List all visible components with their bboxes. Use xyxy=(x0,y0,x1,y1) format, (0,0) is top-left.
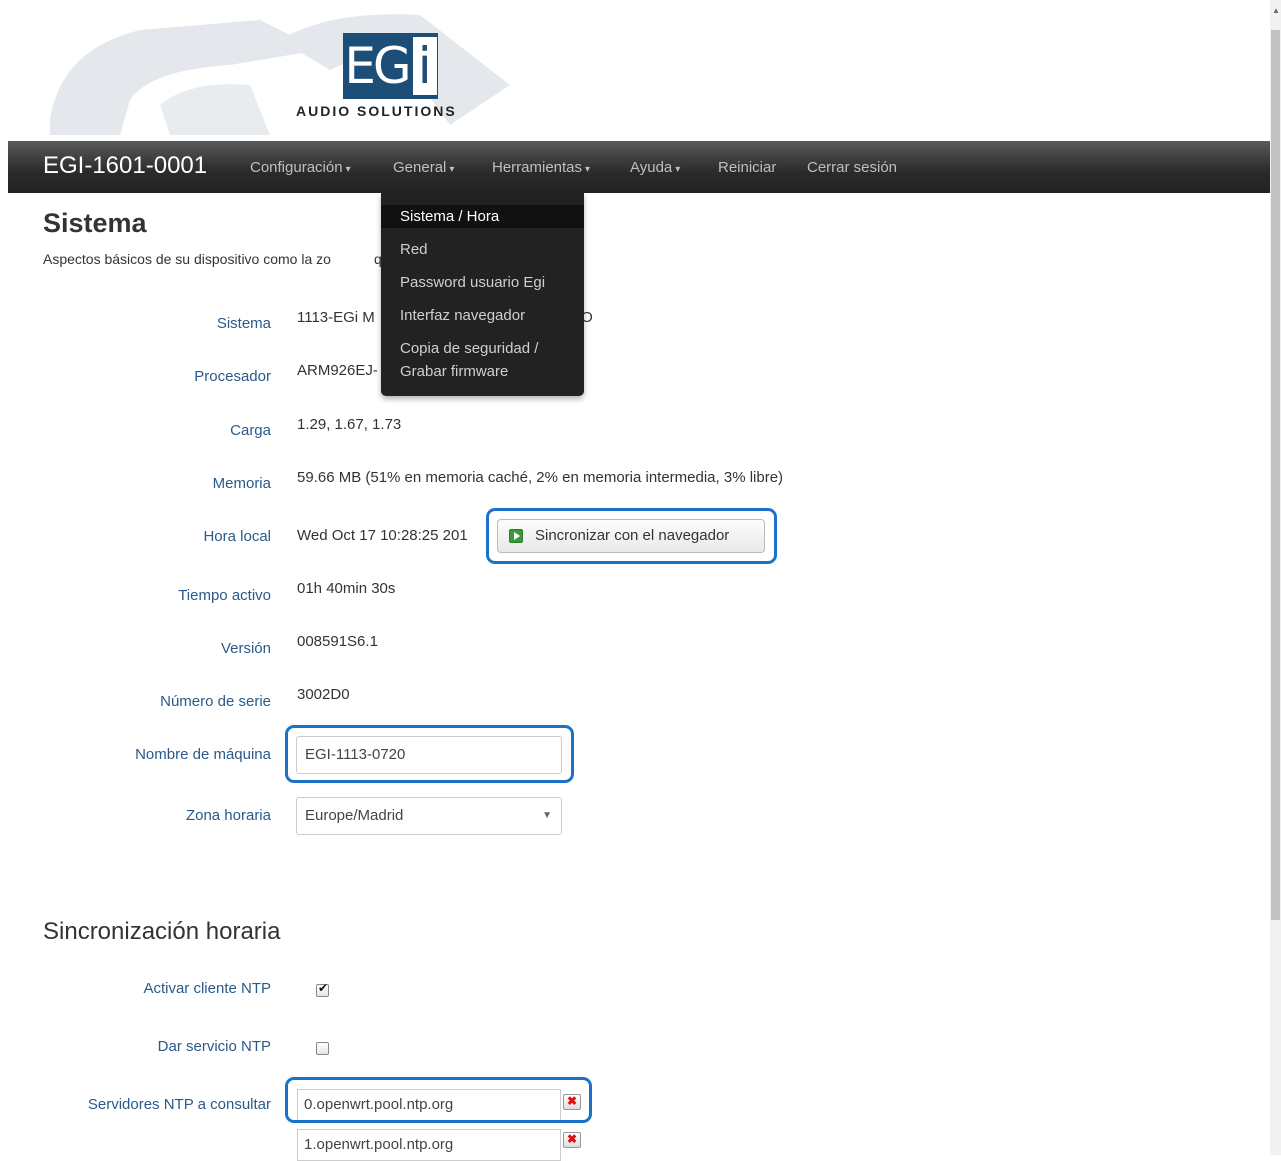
logo-letter-i: i xyxy=(412,37,437,95)
menu-item-backup-line2: Grabar firmware xyxy=(400,363,509,380)
zona-horaria-label: Zona horaria xyxy=(185,807,271,824)
procesador-label: Procesador xyxy=(194,368,271,385)
nav-cerrar-sesion[interactable]: Cerrar sesión xyxy=(807,159,897,176)
memoria-label: Memoria xyxy=(212,475,271,492)
carga-label: Carga xyxy=(230,422,271,439)
numero-serie-value: 3002D0 xyxy=(297,686,350,703)
logo-mark: EG i xyxy=(343,33,438,99)
logo-watermark xyxy=(50,14,510,135)
sync-browser-button-label: Sincronizar con el navegador xyxy=(535,527,730,544)
play-icon xyxy=(509,529,523,543)
checkmark-icon: ✔ xyxy=(318,981,329,995)
ntp-section-title: Sincronización horaria xyxy=(43,918,281,945)
chevron-down-icon: ▼ xyxy=(542,810,552,821)
hostname-input[interactable]: EGI-1113-0720 xyxy=(296,736,562,774)
carga-value: 1.29, 1.67, 1.73 xyxy=(297,416,402,433)
version-value: 008591S6.1 xyxy=(297,633,378,650)
caret-down-icon: ▾ xyxy=(449,164,455,175)
nav-configuracion[interactable]: Configuración ▾ xyxy=(250,159,351,176)
nav-herramientas[interactable]: Herramientas ▾ xyxy=(492,159,590,176)
nombre-maquina-label: Nombre de máquina xyxy=(135,746,271,763)
nav-general-label: General xyxy=(393,159,447,176)
delete-icon[interactable]: ✖ xyxy=(563,1132,581,1148)
nav-reiniciar[interactable]: Reiniciar xyxy=(718,159,776,176)
version-label: Versión xyxy=(220,640,271,657)
logo-letters: EG xyxy=(344,37,411,95)
navbar: EGI-1601-0001 Configuración ▾ General ▾ He… xyxy=(8,141,1270,193)
activar-ntp-checkbox[interactable]: ✔ xyxy=(316,981,329,997)
delete-icon[interactable]: ✖ xyxy=(563,1094,581,1110)
tiempo-activo-value: 01h 40min 30s xyxy=(297,580,396,597)
memoria-value: 59.66 MB (51% en memoria caché, 2% en me… xyxy=(297,469,784,486)
numero-serie-label: Número de serie xyxy=(160,693,271,710)
nav-ayuda[interactable]: Ayuda ▾ xyxy=(630,159,680,176)
navbar-brand[interactable]: EGI-1601-0001 xyxy=(43,152,207,180)
tiempo-activo-label: Tiempo activo xyxy=(178,587,271,604)
hora-local-label: Hora local xyxy=(203,528,271,545)
dar-servicio-ntp-label: Dar servicio NTP xyxy=(157,1038,271,1055)
timezone-select[interactable]: Europe/Madrid ▼ xyxy=(296,797,562,835)
caret-down-icon: ▾ xyxy=(345,164,351,175)
vertical-scrollbar[interactable]: ▲ xyxy=(1270,0,1281,1155)
menu-item-red[interactable]: Red xyxy=(381,238,584,261)
sistema-label: Sistema xyxy=(216,315,271,332)
scrollbar-thumb[interactable] xyxy=(1271,30,1280,920)
sistema-value-start: 1113-EGi M xyxy=(297,309,375,326)
logo-area: EG i AUDIO SOLUTIONS xyxy=(0,0,1270,140)
menu-item-backup-firmware[interactable]: Copia de seguridad / Grabar firmware xyxy=(381,337,584,383)
menu-item-backup-line1: Copia de seguridad / xyxy=(400,340,539,357)
caret-down-icon: ▾ xyxy=(585,164,591,175)
hora-local-value: Wed Oct 17 10:28:25 201 xyxy=(297,527,468,544)
page-description-start: Aspectos básicos de su dispositivo como … xyxy=(43,251,331,267)
ntp-server-input-1[interactable]: 1.openwrt.pool.ntp.org xyxy=(297,1129,561,1161)
nav-general[interactable]: General ▾ xyxy=(393,159,454,176)
ntp-server-input-0[interactable]: 0.openwrt.pool.ntp.org xyxy=(297,1089,561,1121)
menu-item-interfaz[interactable]: Interfaz navegador xyxy=(381,304,584,327)
logo-subtitle: AUDIO SOLUTIONS xyxy=(296,103,457,119)
nav-configuracion-label: Configuración xyxy=(250,159,343,176)
scroll-up-arrow-icon[interactable]: ▲ xyxy=(1272,6,1280,15)
procesador-value: ARM926EJ- xyxy=(297,362,378,379)
sync-browser-button[interactable]: Sincronizar con el navegador xyxy=(497,519,765,553)
ntp-servers-label: Servidores NTP a consultar xyxy=(87,1096,271,1113)
menu-item-sistema-hora[interactable]: Sistema / Hora xyxy=(381,205,584,228)
timezone-select-value: Europe/Madrid xyxy=(305,807,404,824)
general-dropdown-menu: Sistema / Hora Red Password usuario Egi … xyxy=(381,193,584,396)
nav-herramientas-label: Herramientas xyxy=(492,159,583,176)
activar-ntp-label: Activar cliente NTP xyxy=(143,980,271,997)
page-title: Sistema xyxy=(43,208,147,238)
page-description: Aspectos básicos de su dispositivo como … xyxy=(43,251,412,267)
nav-ayuda-label: Ayuda xyxy=(630,159,673,176)
dar-servicio-ntp-checkbox[interactable] xyxy=(316,1042,329,1055)
menu-item-password[interactable]: Password usuario Egi xyxy=(381,271,584,294)
caret-down-icon: ▾ xyxy=(675,164,681,175)
